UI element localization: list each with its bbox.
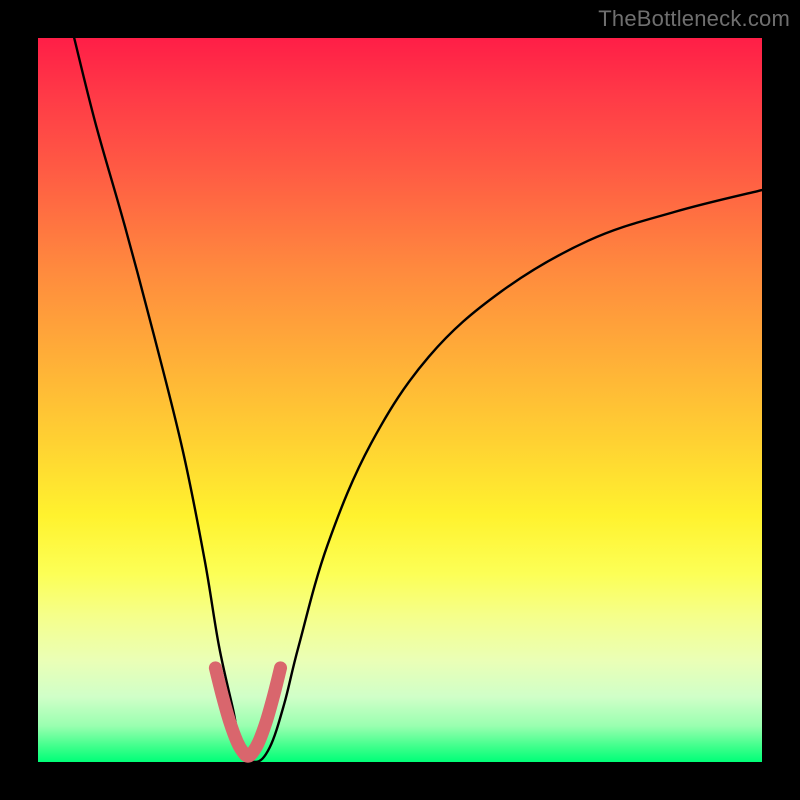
watermark-label: TheBottleneck.com bbox=[598, 6, 790, 32]
bottleneck-curve bbox=[74, 38, 762, 762]
curve-layer bbox=[38, 38, 762, 762]
plot-area bbox=[38, 38, 762, 762]
chart-frame: TheBottleneck.com bbox=[0, 0, 800, 800]
